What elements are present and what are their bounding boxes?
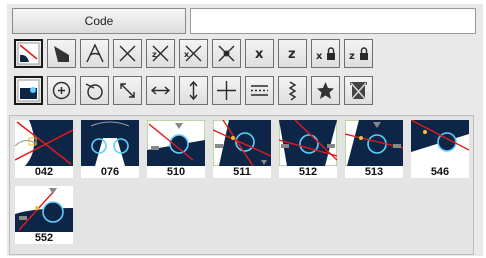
x-tool-button[interactable]: x bbox=[245, 39, 274, 68]
diagonal-arrow-tool-button[interactable] bbox=[113, 76, 142, 105]
crosshair-icon bbox=[217, 81, 236, 100]
vertical-arrow-tool-button[interactable] bbox=[179, 76, 208, 105]
tangent-circle-tool-button[interactable] bbox=[80, 76, 109, 105]
circle-profile-tool-button[interactable] bbox=[14, 76, 43, 105]
delete-tool-button[interactable] bbox=[344, 76, 373, 105]
z-lock-tool-button[interactable]: z bbox=[344, 39, 373, 68]
cross-gear-icon bbox=[218, 45, 235, 62]
diagonal-arrow-icon bbox=[120, 83, 135, 98]
circle-center-icon bbox=[52, 81, 71, 100]
profile-thumbnail[interactable]: 512 bbox=[279, 120, 337, 178]
profile-diagram-icon bbox=[15, 186, 73, 232]
angle-dimension-tool-button[interactable] bbox=[80, 39, 109, 68]
crosshair-tool-button[interactable] bbox=[212, 76, 241, 105]
profile-diagram-icon bbox=[345, 120, 403, 166]
corner-profile-icon bbox=[54, 46, 69, 62]
profile-thumbnail[interactable]: 552 bbox=[15, 186, 73, 244]
cross-lines-tool-button[interactable] bbox=[113, 39, 142, 68]
svg-text:x: x bbox=[255, 47, 264, 62]
vertical-arrow-icon bbox=[189, 80, 198, 101]
profile-code-label: 552 bbox=[15, 232, 73, 244]
cross-z-icon: z bbox=[152, 45, 169, 62]
dashed-lines-tool-button[interactable] bbox=[245, 76, 274, 105]
profile-diagram-icon bbox=[279, 120, 337, 166]
angle-dimension-icon bbox=[86, 43, 104, 63]
profile-thumbnail[interactable]: 546 bbox=[411, 120, 469, 178]
fillet-profile-icon bbox=[17, 42, 40, 65]
profile-code-label: 076 bbox=[81, 166, 139, 178]
x-icon: x bbox=[255, 47, 264, 62]
cross-x-tool-button[interactable]: x bbox=[179, 39, 208, 68]
cross-lines-icon bbox=[119, 45, 136, 62]
cross-gear-tool-button[interactable] bbox=[212, 39, 241, 68]
svg-text:x: x bbox=[316, 51, 323, 62]
profile-diagram-icon bbox=[15, 120, 73, 166]
horizontal-arrow-tool-button[interactable] bbox=[146, 76, 175, 105]
tangent-circle-icon bbox=[85, 83, 103, 100]
profile-diagram-icon bbox=[147, 120, 205, 166]
profile-diagram-icon bbox=[213, 120, 271, 166]
profile-diagram-icon bbox=[81, 120, 139, 166]
profile-thumbnail[interactable]: 042 bbox=[15, 120, 73, 178]
fillet-profile-tool-button[interactable] bbox=[14, 39, 43, 68]
profile-thumbnail[interactable]: 511 bbox=[213, 120, 271, 178]
profile-thumbnail[interactable]: 076 bbox=[81, 120, 139, 178]
corner-profile-tool-button[interactable] bbox=[47, 39, 76, 68]
circle-profile-icon bbox=[17, 79, 40, 102]
horizontal-arrow-icon bbox=[150, 86, 171, 95]
profile-library: 042 076 510 511 512 513 546 552 bbox=[9, 115, 474, 255]
x-lock-tool-button[interactable]: x bbox=[311, 39, 340, 68]
svg-text:z: z bbox=[349, 51, 355, 62]
profile-code-label: 546 bbox=[411, 166, 469, 178]
svg-text:z: z bbox=[152, 50, 157, 59]
profile-diagram-icon bbox=[411, 120, 469, 166]
profile-thumbnail[interactable]: 510 bbox=[147, 120, 205, 178]
profile-code-label: 513 bbox=[345, 166, 403, 178]
star-tool-button[interactable] bbox=[311, 76, 340, 105]
z-lock-icon: z bbox=[349, 47, 368, 62]
cross-z-tool-button[interactable]: z bbox=[146, 39, 175, 68]
profile-code-label: 042 bbox=[15, 166, 73, 178]
zigzag-tool-button[interactable] bbox=[278, 76, 307, 105]
svg-text:x: x bbox=[184, 50, 190, 59]
star-icon bbox=[317, 82, 334, 99]
z-tool-button[interactable]: z bbox=[278, 39, 307, 68]
profile-code-label: 510 bbox=[147, 166, 205, 178]
z-icon: z bbox=[288, 47, 296, 62]
circle-center-tool-button[interactable] bbox=[47, 76, 76, 105]
dashed-lines-icon bbox=[251, 85, 268, 96]
zigzag-icon bbox=[288, 81, 297, 101]
code-input[interactable] bbox=[190, 8, 476, 34]
profile-code-label: 512 bbox=[279, 166, 337, 178]
svg-text:z: z bbox=[288, 47, 296, 62]
toolbar-row-2 bbox=[14, 76, 373, 105]
toolbar-row-1: zxxzxz bbox=[14, 39, 373, 68]
x-lock-icon: x bbox=[316, 47, 335, 62]
code-button[interactable]: Code bbox=[12, 8, 186, 34]
profile-code-label: 511 bbox=[213, 166, 271, 178]
profile-thumbnail[interactable]: 513 bbox=[345, 120, 403, 178]
cross-x-icon: x bbox=[184, 45, 202, 62]
delete-icon bbox=[350, 82, 367, 101]
